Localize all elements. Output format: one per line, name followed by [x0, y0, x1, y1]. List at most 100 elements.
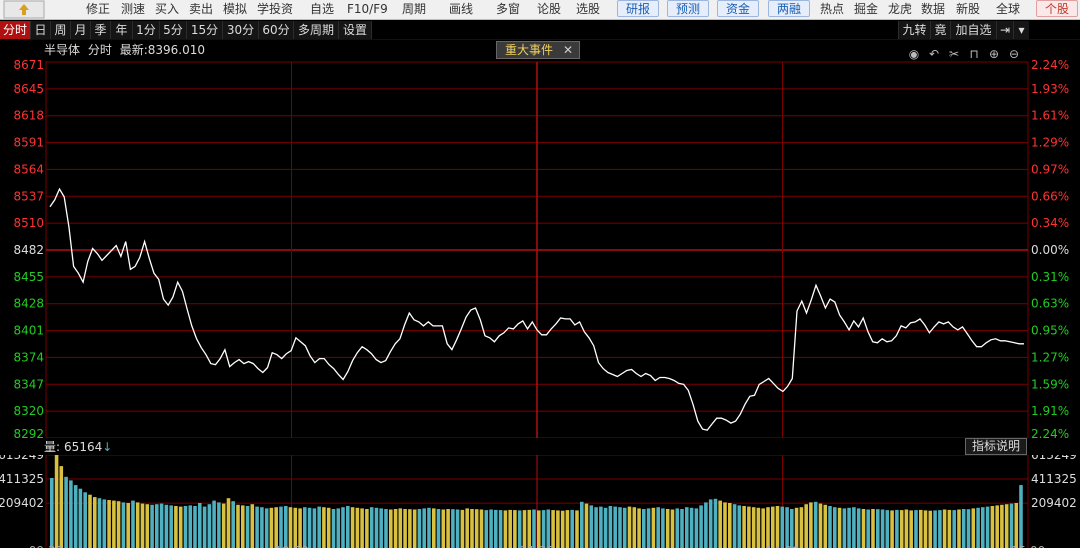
toolbar-stock-button[interactable]: 个股: [1036, 0, 1078, 17]
volume-bar: [355, 507, 360, 548]
jiuzhuan-button[interactable]: 九转: [898, 21, 930, 39]
close-icon[interactable]: ✕: [563, 42, 573, 58]
volume-bar: [1019, 485, 1023, 548]
toolbar-funds-button[interactable]: 资金: [717, 0, 759, 17]
period-tab-60min[interactable]: 60分: [259, 21, 294, 39]
volume-bar: [474, 509, 479, 548]
volume-bar: [532, 509, 536, 548]
volume-bar: [174, 506, 178, 548]
toolbar-item-f10[interactable]: F10/F9: [347, 0, 388, 20]
volume-bar: [221, 503, 226, 548]
toolbar-item-forum[interactable]: 论股: [537, 0, 561, 20]
volume-bar: [69, 480, 73, 548]
volume-bar: [455, 509, 460, 548]
toolbar-item-global[interactable]: 全球: [996, 0, 1020, 20]
toolbar-item-cesu[interactable]: 测速: [121, 0, 145, 20]
volume-bar: [293, 507, 298, 548]
period-tab-quarter[interactable]: 季: [91, 21, 111, 39]
toolbar-item-period[interactable]: 周期: [402, 0, 426, 20]
toolbar-item-learn[interactable]: 学投资: [257, 0, 293, 20]
toolbar-item-xiuzheng[interactable]: 修正: [86, 0, 110, 20]
volume-bar: [670, 509, 675, 548]
volume-bar: [403, 509, 407, 548]
volume-bar: [250, 504, 255, 548]
volume-bar: [570, 509, 574, 548]
toolbar-item-multiwindow[interactable]: 多窗: [496, 0, 520, 20]
volume-bar: [546, 509, 551, 548]
volume-bar: [708, 499, 713, 548]
volume-bar: [737, 505, 742, 548]
volume-bar: [560, 510, 565, 548]
period-tab-15min[interactable]: 15分: [187, 21, 223, 39]
volume-bar: [379, 508, 383, 548]
volume-bar: [856, 508, 861, 548]
volume-header: 量: 65164↓: [44, 439, 112, 455]
toolbar-item-data[interactable]: 数据: [921, 0, 945, 20]
period-tab-30min[interactable]: 30分: [223, 21, 259, 39]
add-watchlist-button[interactable]: 加自选: [950, 21, 996, 39]
volume-bar: [135, 502, 140, 548]
toolbar-item-simulate[interactable]: 模拟: [223, 0, 247, 20]
price-tick-label: 8374: [13, 350, 44, 364]
volume-bar: [961, 509, 966, 548]
volume-bar: [479, 509, 484, 548]
dropdown-icon[interactable]: ▾: [1013, 21, 1029, 39]
volume-bar: [498, 510, 503, 548]
period-tab-1min[interactable]: 1分: [133, 21, 160, 39]
price-tick-label: 8618: [13, 109, 44, 123]
volume-bar: [718, 500, 722, 548]
volume-bar: [876, 509, 880, 548]
volume-bar: [971, 508, 976, 548]
volume-bar: [389, 509, 393, 548]
volume-bar: [116, 501, 121, 548]
period-tab-multi[interactable]: 多周期: [294, 21, 339, 39]
toolbar-item-hot[interactable]: 热点: [820, 0, 844, 20]
toolbar-item-draw[interactable]: 画线: [449, 0, 473, 20]
period-tab-5min[interactable]: 5分: [160, 21, 187, 39]
period-tab-month[interactable]: 月: [71, 21, 91, 39]
toolbar-forecast-button[interactable]: 预测: [667, 0, 709, 17]
panel-toggle-icon[interactable]: ⇥: [996, 21, 1013, 39]
vol-tick-label-right: 411325: [1031, 472, 1077, 486]
back-icon[interactable]: [2, 0, 46, 20]
toolbar-margin-button[interactable]: 两融: [768, 0, 810, 17]
toolbar-item-buy[interactable]: 买入: [155, 0, 179, 20]
toolbar-item-dragon[interactable]: 龙虎: [888, 0, 912, 20]
toolbar-item-dig[interactable]: 掘金: [854, 0, 878, 20]
jing-button[interactable]: 竟: [930, 21, 950, 39]
volume-bar: [728, 503, 732, 548]
toolbar-research-button[interactable]: 研报: [617, 0, 659, 17]
volume-bar: [307, 507, 312, 548]
period-tab-year[interactable]: 年: [111, 21, 133, 39]
toolbar-item-watchlist[interactable]: 自选: [310, 0, 334, 20]
period-tab-day[interactable]: 日: [31, 21, 51, 39]
volume-bar: [422, 508, 426, 548]
volume-bar: [322, 507, 326, 548]
volume-bar: [178, 506, 183, 548]
pct-tick-label: 2.24%: [1031, 58, 1069, 72]
volume-bar: [852, 507, 856, 548]
period-tab-settings[interactable]: 设置: [339, 21, 372, 39]
period-tab-week[interactable]: 周: [51, 21, 71, 39]
volume-bar: [451, 509, 455, 548]
pct-tick-label: 0.31%: [1031, 270, 1069, 284]
volume-bar: [723, 502, 727, 548]
volume-bar: [508, 509, 512, 548]
toolbar-item-sell[interactable]: 卖出: [189, 0, 213, 20]
toolbar-item-ipo[interactable]: 新股: [956, 0, 980, 20]
volume-bar: [899, 510, 904, 548]
major-events-tab[interactable]: 重大事件 ✕: [496, 41, 580, 59]
pct-tick-label: 0.34%: [1031, 216, 1069, 230]
period-tab-intraday[interactable]: 分时: [0, 21, 31, 39]
toolbar-item-screener[interactable]: 选股: [576, 0, 600, 20]
volume-bar: [985, 506, 990, 548]
volume-bar: [618, 507, 622, 548]
price-chart[interactable]: 8671 2.24% 8645 1.93% 8618 1.61% 8591 1.29% 8564…: [0, 58, 1080, 438]
volume-chart[interactable]: 613249 613249 411325 411325 209402 209402 09:3…: [0, 455, 1080, 548]
volume-bar: [584, 503, 589, 548]
volume-bar: [842, 508, 847, 548]
volume-bar: [685, 507, 689, 548]
volume-bar: [656, 507, 660, 548]
indicator-help-button[interactable]: 指标说明: [965, 438, 1027, 455]
pct-tick-label: 1.93%: [1031, 82, 1069, 96]
